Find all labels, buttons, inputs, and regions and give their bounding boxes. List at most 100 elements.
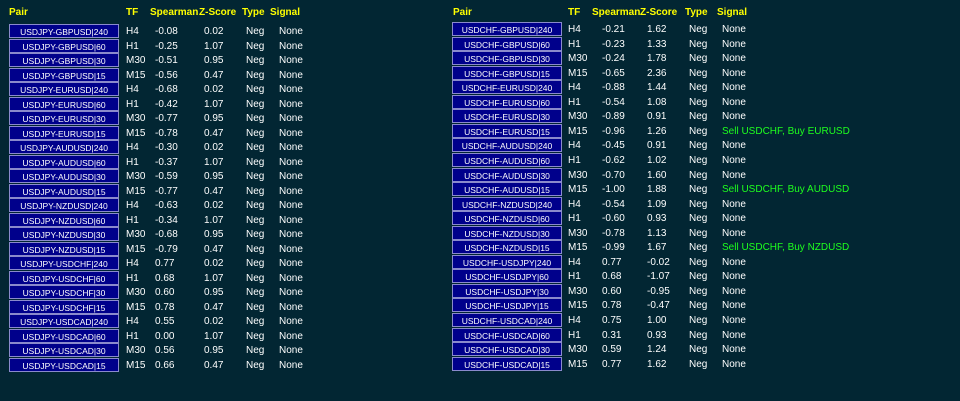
- pair-button[interactable]: USDCHF-USDCAD|30: [452, 342, 562, 357]
- signal-cell: None: [722, 24, 746, 35]
- pair-button[interactable]: USDJPY-AUDUSD|15: [9, 183, 119, 198]
- pair-button[interactable]: USDCHF-NZDUSD|240: [452, 196, 562, 211]
- type-cell: Neg: [246, 55, 265, 66]
- pair-button[interactable]: USDCHF-AUDUSD|60: [452, 152, 562, 167]
- pair-button[interactable]: USDJPY-EURUSD|60: [9, 96, 119, 111]
- signal-cell: None: [722, 38, 746, 50]
- pair-button[interactable]: USDJPY-USDCHF|30: [9, 285, 119, 299]
- signal-cell: None: [722, 169, 746, 181]
- signal-cell: None: [279, 26, 303, 37]
- pair-button[interactable]: USDJPY-GBPUSD|240: [9, 24, 119, 38]
- pair-button[interactable]: USDCHF-EURUSD|15: [452, 123, 562, 138]
- zscore-cell: 0.47: [204, 185, 224, 197]
- timeframe-cell: H4: [568, 140, 581, 152]
- pair-button[interactable]: USDJPY-AUDUSD|240: [9, 140, 119, 154]
- signal-cell: None: [279, 359, 303, 371]
- signal-cell: None: [279, 272, 303, 284]
- timeframe-cell: M15: [126, 301, 146, 313]
- pair-button[interactable]: USDJPY-USDCAD|60: [9, 328, 119, 343]
- spearman-cell: 0.31: [602, 329, 622, 341]
- signal-cell: None: [722, 227, 746, 239]
- timeframe-cell: H1: [126, 272, 139, 284]
- pair-button[interactable]: USDJPY-EURUSD|240: [9, 82, 119, 96]
- pair-button[interactable]: USDCHF-NZDUSD|30: [452, 225, 562, 240]
- pair-button[interactable]: USDCHF-USDJPY|15: [452, 298, 562, 313]
- pair-button[interactable]: USDJPY-AUDUSD|30: [9, 169, 119, 183]
- pair-button[interactable]: USDCHF-USDCAD|240: [452, 313, 562, 327]
- spearman-cell: -0.78: [602, 227, 625, 239]
- timeframe-cell: M30: [568, 285, 588, 297]
- timeframe-cell: M30: [568, 227, 588, 239]
- pair-button[interactable]: USDJPY-USDCHF|60: [9, 270, 119, 285]
- pair-button[interactable]: USDJPY-NZDUSD|60: [9, 212, 119, 227]
- pair-button[interactable]: USDCHF-GBPUSD|30: [452, 51, 562, 66]
- timeframe-cell: M30: [568, 111, 588, 123]
- type-cell: Neg: [689, 285, 708, 297]
- pair-button[interactable]: USDJPY-NZDUSD|30: [9, 227, 119, 241]
- pair-button[interactable]: USDJPY-NZDUSD|240: [9, 198, 119, 212]
- signal-cell: Sell USDCHF, Buy EURUSD: [722, 125, 850, 137]
- type-cell: Neg: [246, 258, 265, 269]
- pair-button[interactable]: USDCHF-USDJPY|30: [452, 283, 562, 298]
- zscore-cell: 1.08: [647, 96, 667, 108]
- pair-button[interactable]: USDJPY-GBPUSD|30: [9, 53, 119, 67]
- timeframe-cell: M15: [568, 125, 588, 137]
- pair-button[interactable]: USDCHF-USDCAD|15: [452, 356, 562, 371]
- zscore-cell: 0.02: [204, 258, 224, 269]
- pair-button[interactable]: USDJPY-USDCAD|15: [9, 357, 119, 372]
- type-cell: Neg: [689, 227, 708, 239]
- spearman-cell: -0.08: [155, 26, 178, 37]
- type-cell: Neg: [689, 38, 708, 50]
- signal-cell: None: [279, 40, 303, 52]
- pair-button[interactable]: USDJPY-USDCAD|240: [9, 314, 119, 328]
- pair-button[interactable]: USDCHF-USDCAD|60: [452, 327, 562, 342]
- type-cell: Neg: [689, 256, 708, 268]
- pair-button[interactable]: USDCHF-EURUSD|30: [452, 109, 562, 124]
- type-cell: Neg: [689, 358, 708, 370]
- signal-cell: None: [722, 154, 746, 166]
- signal-cell: None: [722, 300, 746, 312]
- pair-button[interactable]: USDCHF-GBPUSD|240: [452, 22, 562, 36]
- type-cell: Neg: [689, 329, 708, 341]
- pair-button[interactable]: USDCHF-GBPUSD|60: [452, 36, 562, 51]
- pair-button[interactable]: USDJPY-USDCAD|30: [9, 343, 119, 357]
- header-zscore: Z-Score: [199, 7, 237, 18]
- pair-button[interactable]: USDJPY-AUDUSD|60: [9, 154, 119, 169]
- pair-button[interactable]: USDJPY-GBPUSD|15: [9, 67, 119, 82]
- pair-button[interactable]: USDJPY-EURUSD|15: [9, 125, 119, 140]
- pair-button[interactable]: USDCHF-USDJPY|240: [452, 254, 562, 269]
- pair-button[interactable]: USDJPY-USDCHF|240: [9, 256, 119, 270]
- type-cell: Neg: [246, 127, 265, 139]
- zscore-cell: 1.13: [647, 227, 667, 239]
- type-cell: Neg: [689, 198, 708, 210]
- zscore-cell: 1.60: [647, 169, 667, 181]
- signal-cell: None: [279, 258, 303, 269]
- zscore-cell: 0.93: [647, 213, 667, 225]
- pair-button[interactable]: USDCHF-AUDUSD|30: [452, 167, 562, 182]
- pair-button[interactable]: USDCHF-EURUSD|240: [452, 80, 562, 95]
- zscore-cell: 0.95: [204, 171, 224, 182]
- pair-button[interactable]: USDJPY-EURUSD|30: [9, 111, 119, 125]
- type-cell: Neg: [246, 229, 265, 240]
- header-zscore: Z-Score: [640, 7, 678, 18]
- spearman-cell: -0.70: [602, 169, 625, 181]
- pair-button[interactable]: USDJPY-NZDUSD|15: [9, 241, 119, 256]
- timeframe-cell: M15: [126, 243, 146, 255]
- pair-button[interactable]: USDCHF-GBPUSD|15: [452, 65, 562, 80]
- pair-button[interactable]: USDCHF-NZDUSD|60: [452, 211, 562, 226]
- pair-button[interactable]: USDCHF-AUDUSD|15: [452, 182, 562, 197]
- pair-button[interactable]: USDJPY-USDCHF|15: [9, 299, 119, 314]
- header-tf: TF: [568, 7, 581, 18]
- type-cell: Neg: [689, 96, 708, 108]
- pair-button[interactable]: USDCHF-NZDUSD|15: [452, 240, 562, 255]
- spearman-cell: 0.78: [602, 300, 622, 312]
- pair-button[interactable]: USDJPY-GBPUSD|60: [9, 38, 119, 53]
- zscore-cell: -0.02: [647, 256, 670, 268]
- pair-button[interactable]: USDCHF-EURUSD|60: [452, 94, 562, 109]
- timeframe-cell: M15: [568, 300, 588, 312]
- spearman-cell: -0.68: [155, 84, 178, 95]
- signal-cell: None: [722, 358, 746, 370]
- pair-button[interactable]: USDCHF-AUDUSD|240: [452, 138, 562, 153]
- zscore-cell: 2.36: [647, 67, 667, 79]
- pair-button[interactable]: USDCHF-USDJPY|60: [452, 269, 562, 284]
